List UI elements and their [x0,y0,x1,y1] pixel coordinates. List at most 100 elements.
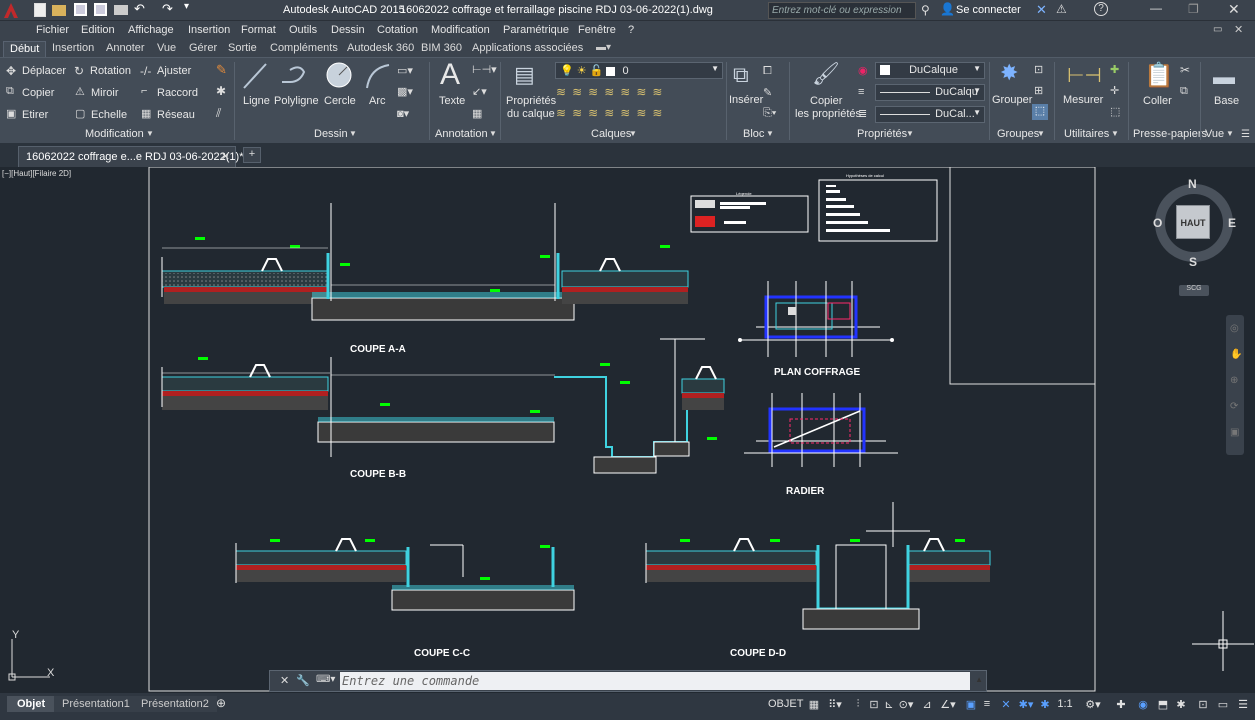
group-edit-icon[interactable]: ⊞ [1034,84,1043,97]
echelle-button[interactable]: Echelle [91,109,127,121]
lineweight-toggle-icon[interactable]: ≡ [980,698,994,716]
grid-icon[interactable]: ▦ [806,698,822,716]
menu-fenetre[interactable]: Fenêtre [578,24,616,36]
miroir-button[interactable]: Miroir [91,87,119,99]
menu-insertion[interactable]: Insertion [188,24,230,36]
close-tab-icon[interactable]: ✕ [221,150,230,163]
chevron-down-icon[interactable]: ▼ [1037,129,1045,138]
ucs-menu[interactable]: SCG [1179,285,1209,296]
command-close-icon[interactable]: ✕ [280,674,289,687]
panel-title-proprietes[interactable]: Propriétés [857,128,907,140]
infer-constraints-icon[interactable]: ⫶ [852,698,864,716]
deplacer-button[interactable]: Déplacer [22,65,66,77]
layer-tool-icon[interactable]: ≋ [572,85,588,99]
group-select-icon[interactable]: ⬚ [1032,104,1048,120]
panel-title-presse-papiers[interactable]: Presse-papiers [1133,128,1207,140]
compass-west[interactable]: O [1153,216,1162,230]
offset-icon[interactable]: ⫽ [216,106,221,121]
compass-east[interactable]: E [1228,216,1236,230]
new-tab-icon[interactable]: + [243,147,261,163]
open-file-icon[interactable] [52,5,66,16]
layout-tab-objet[interactable]: Objet [7,696,56,712]
rotation-button[interactable]: Rotation [90,65,131,77]
clean-screen-icon[interactable]: ⊡ [1196,698,1210,716]
tab-bim360[interactable]: BIM 360 [421,41,462,57]
annotation-scale[interactable]: 1:1 [1054,698,1076,716]
layer-properties-line2[interactable]: du calque [507,108,555,120]
menu-dessin[interactable]: Dessin [331,24,365,36]
panel-title-dessin[interactable]: Dessin [314,128,348,140]
customize-status-icon[interactable]: ☰ [1236,698,1250,716]
base-button[interactable]: Base [1214,95,1239,107]
panel-title-bloc[interactable]: Bloc [743,128,764,140]
layer-tool-icon[interactable]: ≋ [652,106,668,120]
boundary-icon[interactable]: ◙▾ [397,107,409,120]
dimension-icon[interactable]: ⊢⊣▾ [472,63,497,76]
polyligne-button[interactable]: Polyligne [274,95,319,107]
ajuster-button[interactable]: Ajuster [157,65,191,77]
etirer-button[interactable]: Etirer [22,109,48,121]
object-snap-icon[interactable]: ▣ [964,698,978,716]
hardware-accel-icon[interactable]: ✱ [1174,698,1188,716]
layer-tool-icon[interactable]: ≋ [604,106,620,120]
menu-modification[interactable]: Modification [431,24,490,36]
help-icon[interactable]: ? [1094,2,1108,16]
texte-button[interactable]: Texte [439,95,465,107]
tab-insertion[interactable]: Insertion [52,41,94,57]
cut-icon[interactable]: ✂ [1180,63,1190,77]
compass-south[interactable]: S [1189,255,1197,269]
edit-block-icon[interactable]: ✎ [763,86,772,99]
panel-title-vue[interactable]: Vue [1205,128,1224,140]
menu-help[interactable]: ? [628,24,634,36]
quick-calc-icon[interactable]: ✚ [1110,63,1119,76]
fullnav-wheel-icon[interactable]: ◎ [1230,323,1239,334]
menu-fichier[interactable]: Fichier [36,24,69,36]
polar-tracking-icon[interactable]: ⊙▾ [896,698,916,716]
layer-dropdown[interactable]: 💡 ☀ 🔓 0 ▼ [555,62,723,79]
menu-edition[interactable]: Edition [81,24,115,36]
document-tab[interactable]: 16062022 coffrage e...e RDJ 03-06-2022(1… [18,146,244,167]
autocad-logo[interactable] [3,2,19,19]
copier-proprietes-line2[interactable]: les propriétés [795,108,861,120]
layer-tool-icon[interactable]: ≋ [620,85,636,99]
redo-icon[interactable]: ↷ [162,1,173,17]
undo-icon[interactable]: ↶ [134,1,145,17]
explode-icon[interactable]: ✱ [216,84,226,98]
create-block-icon[interactable]: ⧠ [763,65,772,78]
close-drawing-icon[interactable]: ✕ [1234,23,1243,36]
workspace-gear-icon[interactable]: ⚙▾ [1082,698,1104,716]
panel-title-annotation[interactable]: Annotation [435,128,488,140]
chevron-down-icon[interactable]: ▼ [489,129,497,138]
chevron-down-icon[interactable]: ▼ [146,129,154,138]
table-icon[interactable]: ▦ [472,107,482,120]
object-snap-tracking-icon[interactable]: ∠▾ [938,698,958,716]
layer-tool-icon[interactable]: ≋ [620,106,636,120]
lineweight-dropdown[interactable]: DuCal... ▼ [875,106,985,123]
pan-icon[interactable]: ✋ [1230,349,1242,360]
tab-sortie[interactable]: Sortie [228,41,257,57]
units-icon[interactable]: ◉ [1136,698,1150,716]
rectangle-icon[interactable]: ▭▾ [397,64,413,77]
tab-vue[interactable]: Vue [157,41,176,57]
tab-annoter[interactable]: Annoter [106,41,145,57]
layout-tab-presentation1[interactable]: Présentation1 [54,696,138,712]
layer-tool-icon[interactable]: ≋ [636,106,652,120]
search-input[interactable]: Entrez mot-clé ou expression [772,5,902,16]
panel-title-modification[interactable]: Modification [85,128,144,140]
binoculars-icon[interactable]: ⚲ [921,3,930,17]
signin-link[interactable]: Se connecter [956,4,1021,16]
viewcube-face[interactable]: HAUT [1176,205,1210,239]
new-file-icon[interactable] [34,3,46,17]
isodraft-icon[interactable]: ⊿ [920,698,934,716]
linetype-dropdown[interactable]: DuCalqu ▼ [875,84,985,101]
layer-tool-icon[interactable]: ≋ [588,106,604,120]
mesurer-button[interactable]: Mesurer [1063,94,1103,106]
copy-clip-icon[interactable]: ⧉ [1180,85,1188,98]
transparency-icon[interactable]: ✕ [998,698,1014,716]
ortho-icon[interactable]: ⊾ [882,698,896,716]
add-layout-icon[interactable]: ⊕ [216,696,226,710]
menu-affichage[interactable]: Affichage [128,24,174,36]
arc-button[interactable]: Arc [369,95,386,107]
navigation-bar[interactable]: ◎ ✋ ⊕ ⟳ ▣ [1226,315,1244,455]
user-icon[interactable]: 👤 [940,2,955,16]
